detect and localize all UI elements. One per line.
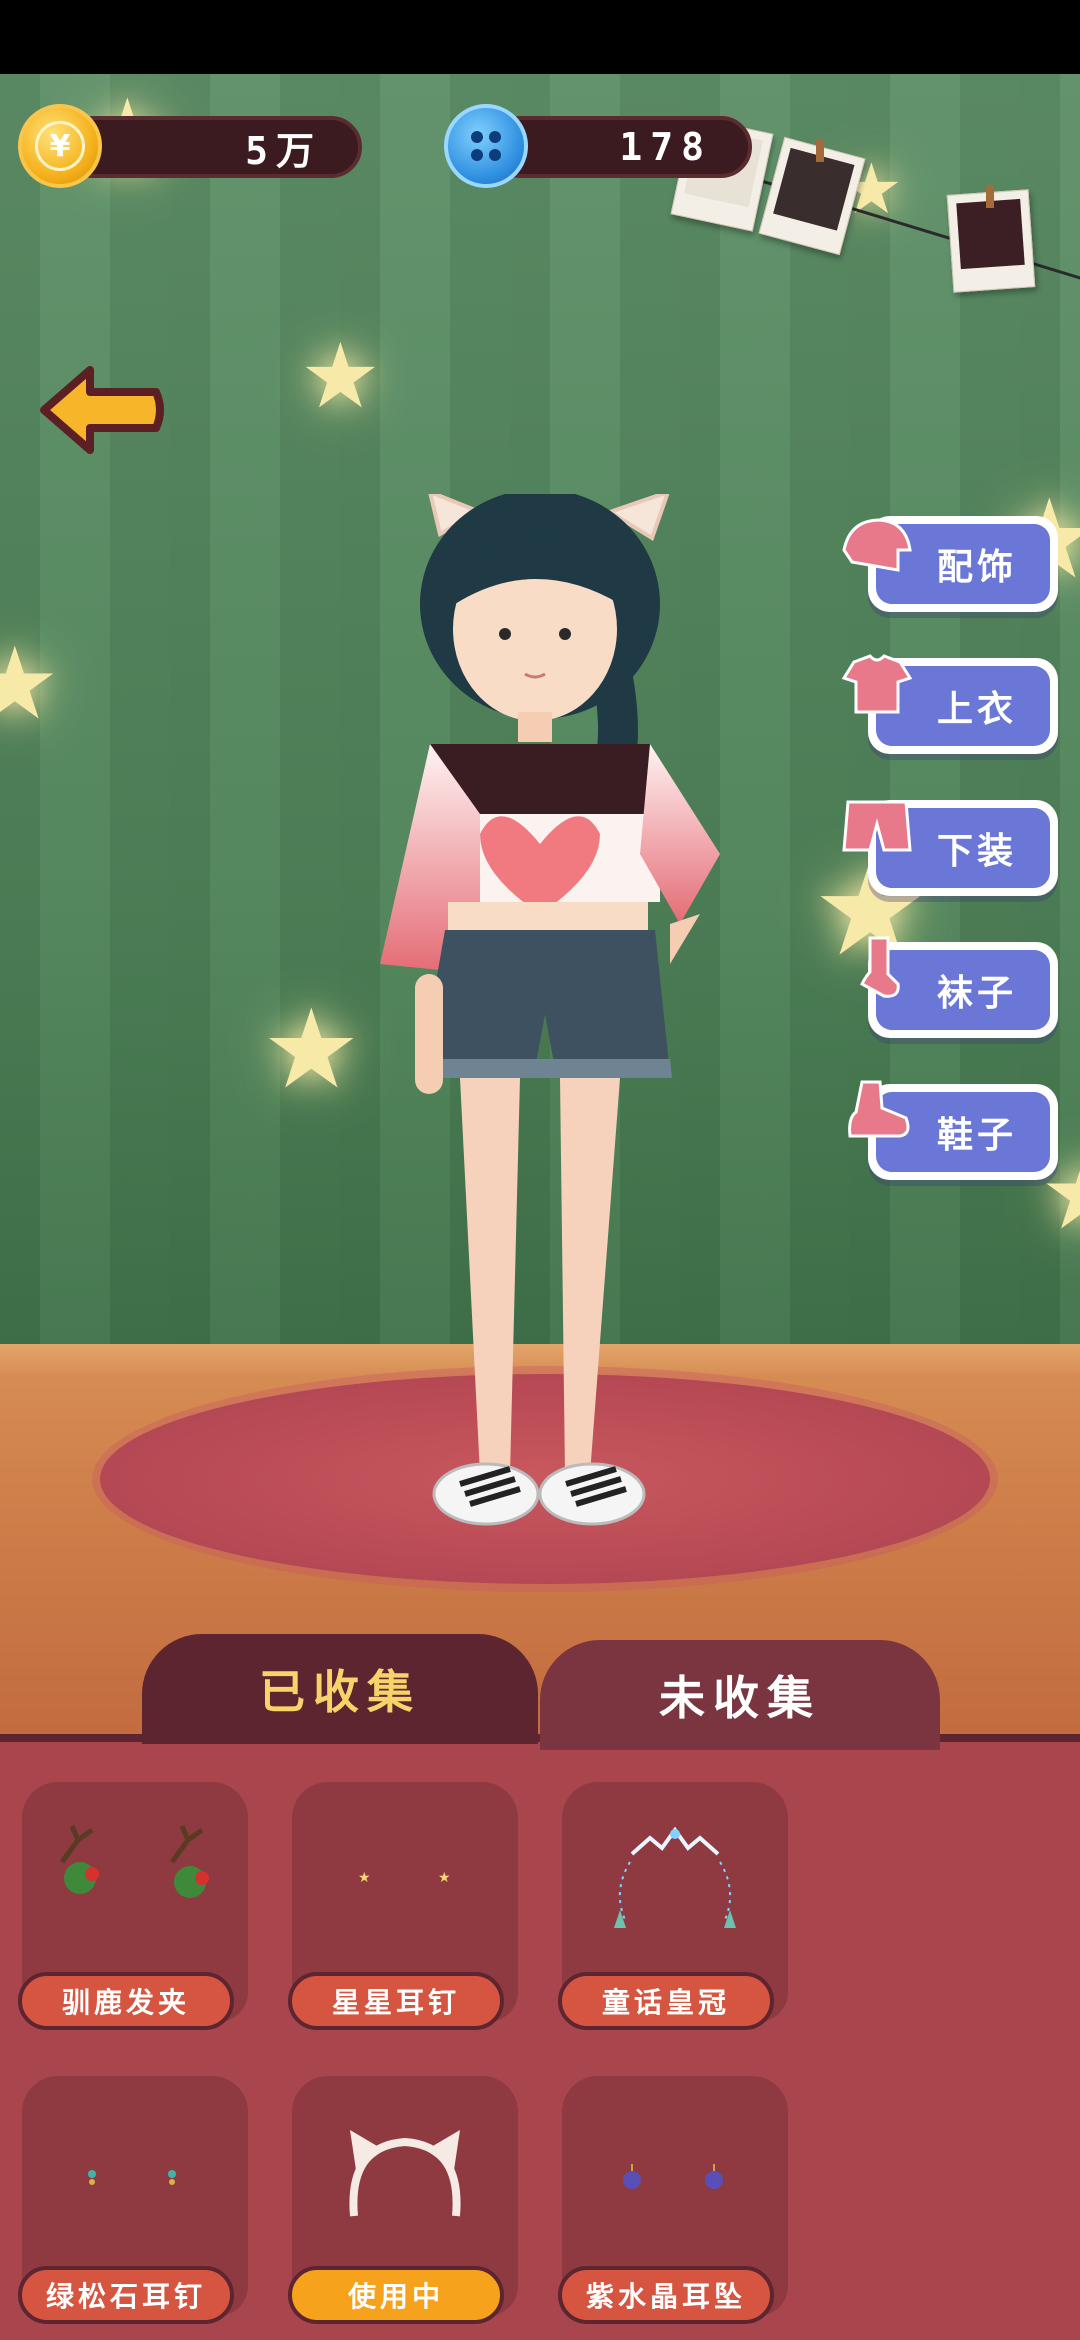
category-socks-button[interactable]: 袜子 — [860, 936, 1058, 1038]
coin-balance[interactable]: 5万 — [62, 116, 362, 178]
dressing-stage: ★ ★ ★ ★ ★ ★ ★ ★ — [0, 74, 1080, 1734]
category-accessories-button[interactable]: 配饰 — [842, 516, 1058, 612]
coin-balance-value: 5万 — [245, 128, 322, 173]
item-card[interactable]: 使用中 — [288, 2076, 518, 2324]
fairy-crown-icon — [614, 1826, 736, 1928]
tab-label: 未收集 — [659, 1671, 821, 1725]
item-card[interactable]: 绿松石耳钉 — [18, 2076, 248, 2324]
hat-icon — [842, 518, 912, 572]
item-panel: 驯鹿发夹 ★ ★ 星星耳钉 童话皇冠 绿松石耳钉 使用中 紫水晶耳坠 — [0, 1734, 1080, 2340]
item-card[interactable]: 童话皇冠 — [558, 1782, 788, 2030]
category-shoes-button[interactable]: 鞋子 — [848, 1080, 1058, 1180]
item-label: 紫水晶耳坠 — [558, 2266, 774, 2324]
shorts-icon — [842, 800, 912, 852]
button-balance-value: 178 — [619, 125, 712, 169]
coin-icon: ¥ — [18, 104, 102, 188]
back-arrow-icon[interactable] — [38, 362, 166, 458]
star-earring-icon: ★ ★ — [358, 1870, 451, 1886]
shoe-icon — [848, 1080, 910, 1138]
item-card[interactable]: 驯鹿发夹 — [18, 1782, 248, 2030]
item-label: 星星耳钉 — [288, 1972, 504, 2030]
star-decoration-icon: ★ — [0, 625, 60, 742]
svg-text:★: ★ — [438, 1870, 451, 1886]
tab-uncollected[interactable]: 未收集 — [540, 1640, 940, 1750]
shirt-icon — [841, 654, 913, 714]
button-currency-icon — [444, 104, 528, 188]
item-label: 驯鹿发夹 — [18, 1972, 234, 2030]
amethyst-earring-icon — [623, 2164, 723, 2189]
status-bar — [0, 0, 1080, 74]
tab-label: 已收集 — [259, 1665, 421, 1719]
reindeer-hairclip-icon — [59, 1825, 209, 1898]
category-bottoms-button[interactable]: 下装 — [842, 800, 1058, 896]
in-use-label: 使用中 — [288, 2266, 504, 2324]
star-decoration-icon: ★ — [300, 324, 381, 429]
button-balance[interactable]: 178 — [490, 116, 752, 178]
photo-clip — [816, 140, 824, 162]
item-card[interactable]: 紫水晶耳坠 — [558, 2076, 788, 2324]
sock-icon — [860, 936, 900, 998]
dressed-character — [380, 494, 720, 1526]
item-label: 童话皇冠 — [558, 1972, 774, 2030]
turquoise-earring-icon — [88, 2170, 176, 2185]
cat-ear-headband-icon — [349, 2130, 461, 2217]
svg-text:★: ★ — [358, 1870, 371, 1886]
photo-clip — [986, 186, 994, 208]
star-decoration-icon: ★ — [262, 985, 361, 1113]
category-tops-button[interactable]: 上衣 — [841, 654, 1058, 754]
item-card[interactable]: ★ ★ 星星耳钉 — [288, 1782, 518, 2030]
tab-collected[interactable]: 已收集 — [142, 1634, 538, 1744]
item-label: 绿松石耳钉 — [18, 2266, 234, 2324]
